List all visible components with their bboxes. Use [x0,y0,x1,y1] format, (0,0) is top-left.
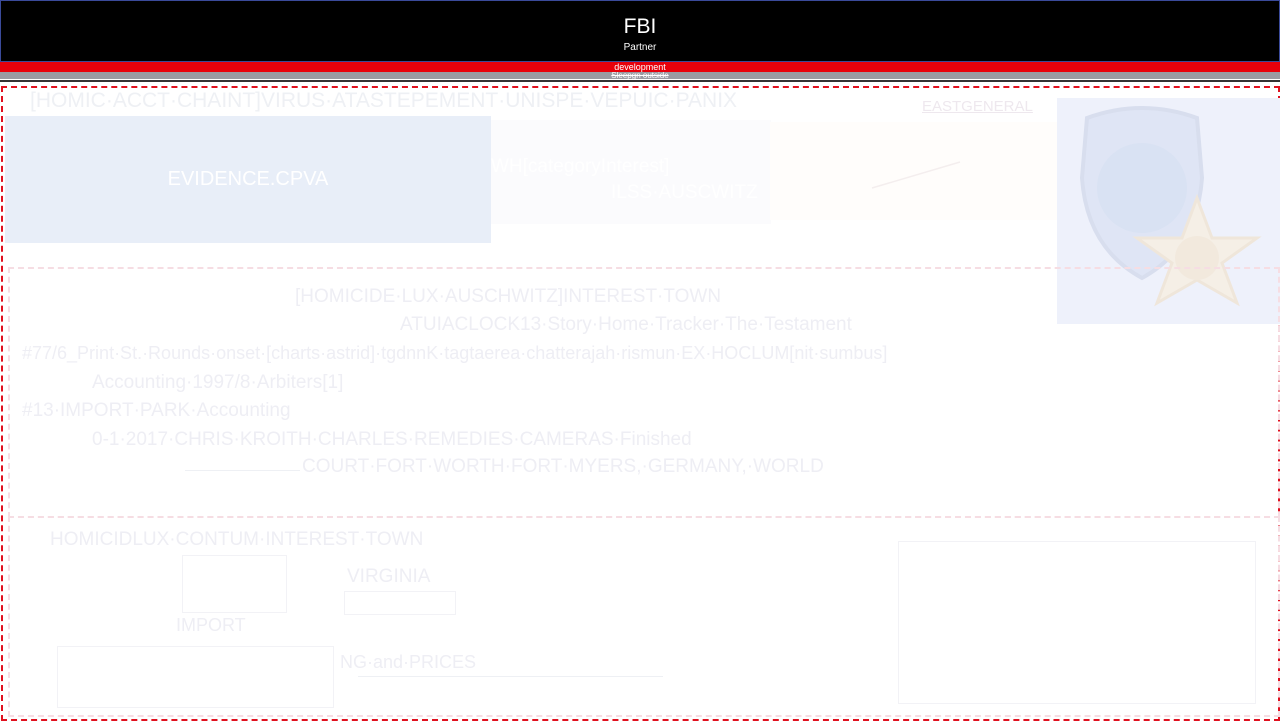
prices-label: NG·and·PRICES [340,652,477,672]
category-line-1: WH[categoryInterest] [491,156,670,177]
evidence-button[interactable]: EVIDENCE.CPVA [5,116,491,243]
app-title: FBI [623,15,657,38]
notes-field[interactable] [57,646,334,708]
import-label: IMPORT [176,615,246,635]
case-line-7: COURT·FORT·WORTH·FORT·MYERS,·GERMANY,·WO… [302,456,824,477]
case-line-4: Accounting·1997/8·Arbiters[1] [92,372,344,393]
side-panel [898,541,1256,704]
top-header-bar: FBI Partner [0,0,1280,62]
header-right-link[interactable]: EASTGENERAL [922,98,1033,115]
virginia-label: VIRGINIA [347,566,431,587]
signature-panel [770,122,1058,220]
photo-field[interactable] [182,555,287,613]
case-line-3: #77/6_Print·St.·Rounds·onset·[charts·ast… [22,343,888,363]
struck-banner: Sleepgn outside [0,72,1280,80]
form-heading: HOMICIDLUX·CONTUM·INTEREST·TOWN [50,529,424,550]
case-title: [HOMICIDE·LUX·AUSCHWITZ]INTEREST·TOWN [295,286,722,307]
category-line-2: ILSS·AUSCWITZ [611,182,758,203]
signature-stroke-icon [871,161,961,189]
prices-underline [358,676,663,677]
document-header-text: [HOMIC·ACCT·CHAINT]VIRUS·ATASTEPEMENT·UN… [30,89,738,112]
case-line-6: 0-1·2017·CHRIS·KROITH·CHARLES·REMEDIES·C… [92,429,692,450]
divider [0,80,1280,82]
blank-underline [185,470,300,471]
app-subtitle: Partner [623,42,657,53]
category-panel: WH[categoryInterest] ILSS·AUSCWITZ [491,120,771,224]
virginia-input[interactable] [344,591,456,615]
evidence-label: EVIDENCE.CPVA [167,168,329,190]
case-line-5: #13·IMPORT·PARK·Accounting [22,400,291,421]
case-subtitle: ATUIACLOCK13·Story·Home·Tracker·The·Test… [400,314,852,335]
